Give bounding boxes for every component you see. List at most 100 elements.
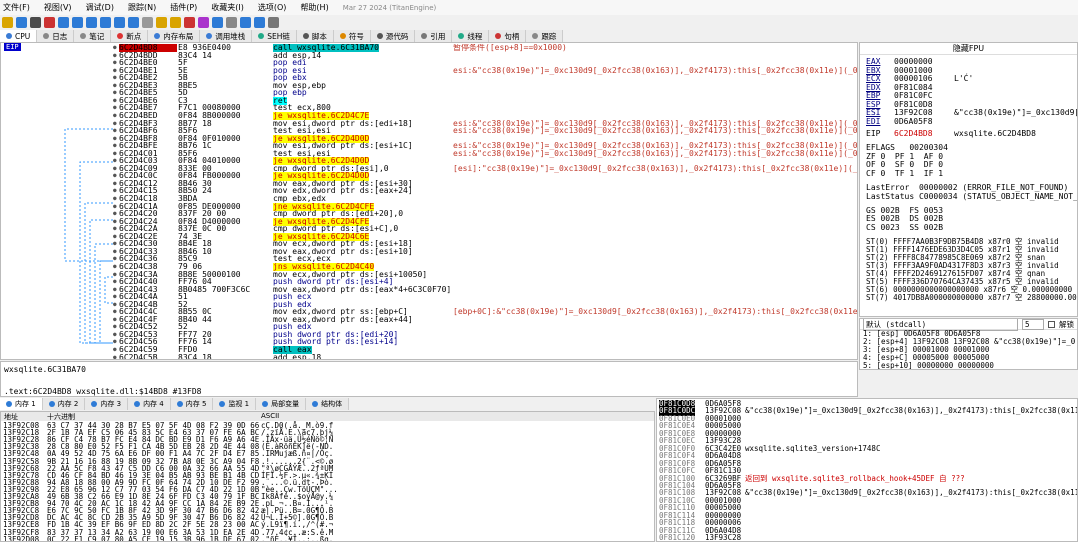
toolbar-icon[interactable] — [226, 16, 237, 28]
register-row[interactable]: EDI 0D6A05F8 — [866, 116, 933, 127]
dump-tab-label: 结构体 — [321, 400, 343, 408]
build-timestamp: Mar 27 2024 (TitanEngine) — [342, 3, 437, 12]
toolbar-icon[interactable] — [142, 16, 153, 28]
dump-tab-icon — [134, 401, 141, 407]
dump-tab-label: 内存 5 — [185, 400, 207, 408]
tab-14[interactable]: 跟踪 — [526, 30, 564, 42]
dump-tab-2[interactable]: 内存 2 — [42, 398, 86, 410]
tab-5[interactable]: 内存布局 — [148, 30, 201, 42]
toolbar-icon[interactable] — [58, 16, 69, 28]
disasm-row[interactable]: ● 6C2D4C5B 83C4 18 add esp,18 — [1, 353, 857, 360]
menu-item[interactable]: 帮助(H) — [300, 2, 328, 13]
toolbar-icon[interactable] — [86, 16, 97, 28]
toolbar-icon[interactable] — [198, 16, 209, 28]
tab-label: 脚本 — [311, 31, 327, 41]
tab-icon — [421, 33, 428, 39]
menu-item[interactable]: 收藏夹(I) — [211, 2, 244, 13]
disasm-instruction: add esp,18 — [273, 353, 322, 360]
tab-label: 断点 — [126, 31, 142, 41]
disassembly-view[interactable]: EIP ● 6C2D4BD8 E8 936E0400 call wxsqlite.6C… — [0, 42, 858, 360]
menu-item[interactable]: 调试(D) — [86, 2, 114, 13]
tab-11[interactable]: 引用 — [415, 30, 453, 42]
eip-comment: wxsqlite.6C2D4BD8 — [954, 129, 1036, 138]
toolbar-icon[interactable] — [30, 16, 41, 28]
dump-ascii: ."ñÉ..¥Ï..;..ßg. — [261, 534, 334, 542]
breakpoint-dot[interactable]: ● — [113, 354, 117, 359]
menu-item[interactable]: 视图(V) — [44, 2, 72, 13]
tab-7[interactable]: SEH链 — [252, 30, 297, 42]
tab-1[interactable]: CPU — [0, 30, 38, 42]
tab-icon — [154, 33, 161, 39]
toolbar-icon[interactable] — [100, 16, 111, 28]
call-args-panel: 默认 (stdcall) 5 解锁 1: [esp] 0D6A05F8 0D6A… — [859, 318, 1078, 370]
toolbar-icon[interactable] — [212, 16, 223, 28]
toolbar-icon[interactable] — [44, 16, 55, 28]
eip-row[interactable]: EIP 6C2D4BD8 wxsqlite.6C2D4BD8 — [866, 129, 1036, 139]
menu-item[interactable]: 文件(F) — [3, 2, 30, 13]
toolbar-icon[interactable] — [254, 16, 265, 28]
toolbar-icon[interactable] — [184, 16, 195, 28]
dump-address: 13F92D08 — [3, 534, 40, 542]
toolbar-icon[interactable] — [170, 16, 181, 28]
dump-tab-label: 内存 3 — [100, 400, 122, 408]
tab-label: 句柄 — [504, 31, 520, 41]
menu-item[interactable]: 插件(P) — [170, 2, 197, 13]
dump-tab-label: 局部变量 — [271, 400, 300, 408]
tab-icon — [376, 33, 383, 39]
tab-2[interactable]: 日志 — [37, 30, 75, 42]
toolbar-icon[interactable] — [268, 16, 279, 28]
toolbar-icon[interactable] — [2, 16, 13, 28]
tab-label: 引用 — [430, 31, 446, 41]
tab-label: 线程 — [467, 31, 483, 41]
fpu-row[interactable]: ST(7) 4017DB8A000000000000 x87r7 空 28800… — [866, 293, 1077, 303]
hide-fpu-toggle[interactable]: 隐藏FPU — [860, 43, 1077, 55]
tab-icon — [495, 33, 502, 39]
menu-item[interactable]: 跟踪(N) — [128, 2, 156, 13]
flags-row[interactable]: CF 0 TF 1 IF 1 — [866, 169, 943, 179]
eip-name: EIP — [866, 129, 881, 138]
dump-tab-3[interactable]: 内存 3 — [85, 398, 129, 410]
tab-label: 跟踪 — [541, 31, 557, 41]
toolbar-icon[interactable] — [240, 16, 251, 28]
dump-tab-8[interactable]: 结构体 — [306, 398, 350, 410]
disasm-address: 6C2D4C5B — [119, 353, 158, 360]
dump-tab-6[interactable]: 监视 1 — [213, 398, 257, 410]
tab-label: CPU — [15, 31, 31, 41]
unlock-checkbox[interactable] — [1048, 320, 1055, 328]
dump-tab-7[interactable]: 局部变量 — [256, 398, 307, 410]
menu-item[interactable]: 选项(O) — [258, 2, 287, 13]
registers-panel[interactable]: 隐藏FPU EAX 00000000 EBX 00001000 ECX 00000106 L… — [859, 42, 1078, 317]
register-name: EDI — [866, 116, 881, 126]
tab-6[interactable]: 调用堆栈 — [200, 30, 253, 42]
tab-3[interactable]: 笔记 — [74, 30, 112, 42]
tab-4[interactable]: 断点 — [111, 30, 149, 42]
info-target: wxsqlite.6C31BA70 — [4, 365, 86, 374]
toolbar-icon[interactable] — [128, 16, 139, 28]
tab-10[interactable]: 源代码 — [370, 30, 416, 42]
arg-count-spinner[interactable]: 5 — [1022, 319, 1044, 330]
memory-dump[interactable]: 地址 十六进制 ASCII 13F92C08 63 C7 37 44 30 28 … — [0, 411, 655, 542]
dump-tab-5[interactable]: 内存 5 — [170, 398, 214, 410]
tab-icon — [43, 33, 50, 39]
tab-icon — [532, 33, 539, 39]
toolbar-icon[interactable] — [156, 16, 167, 28]
stack-view[interactable]: 0F81C0D8 0D6A05F8 0F81C0DC 13F92C08 &"cc38(0… — [656, 398, 1078, 542]
tab-13[interactable]: 句柄 — [489, 30, 527, 42]
dump-tab-4[interactable]: 内存 4 — [128, 398, 171, 410]
toolbar-icon[interactable] — [114, 16, 125, 28]
call-arg-row: 5: [esp+10] 00000000 00000000 — [863, 361, 994, 370]
tab-icon — [339, 33, 346, 39]
dump-header-ascii: ASCII — [261, 412, 280, 420]
tab-8[interactable]: 脚本 — [296, 30, 334, 42]
tab-9[interactable]: 符号 — [333, 30, 371, 42]
disasm-bytes: 83C4 18 — [178, 353, 212, 360]
toolbar-icon[interactable] — [72, 16, 83, 28]
dump-tabs: 内存 1 内存 2 内存 3 内存 4 内存 5 监视 1 局部变量 结构体 — [0, 398, 655, 410]
tab-12[interactable]: 线程 — [452, 30, 490, 42]
toolbar-icon[interactable] — [16, 16, 27, 28]
segment-row[interactable]: CS 0023 SS 002B — [866, 223, 943, 233]
dump-tab-1[interactable]: 内存 1 — [0, 398, 43, 410]
tab-icon — [258, 33, 265, 39]
tab-label: 符号 — [348, 31, 364, 41]
register-comment: L'Ć' — [954, 74, 974, 83]
